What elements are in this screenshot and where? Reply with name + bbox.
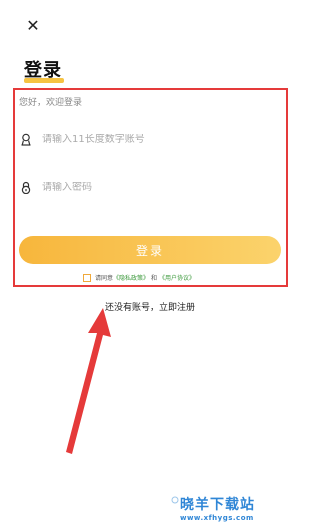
annotation-arrow — [66, 308, 111, 454]
watermark-url: www.xfhygs.com — [180, 514, 254, 522]
watermark: 晓羊下载站 www.xfhygs.com — [180, 494, 255, 522]
watermark-name: 晓羊下载站 — [180, 497, 255, 513]
watermark-logo-icon — [171, 496, 179, 504]
